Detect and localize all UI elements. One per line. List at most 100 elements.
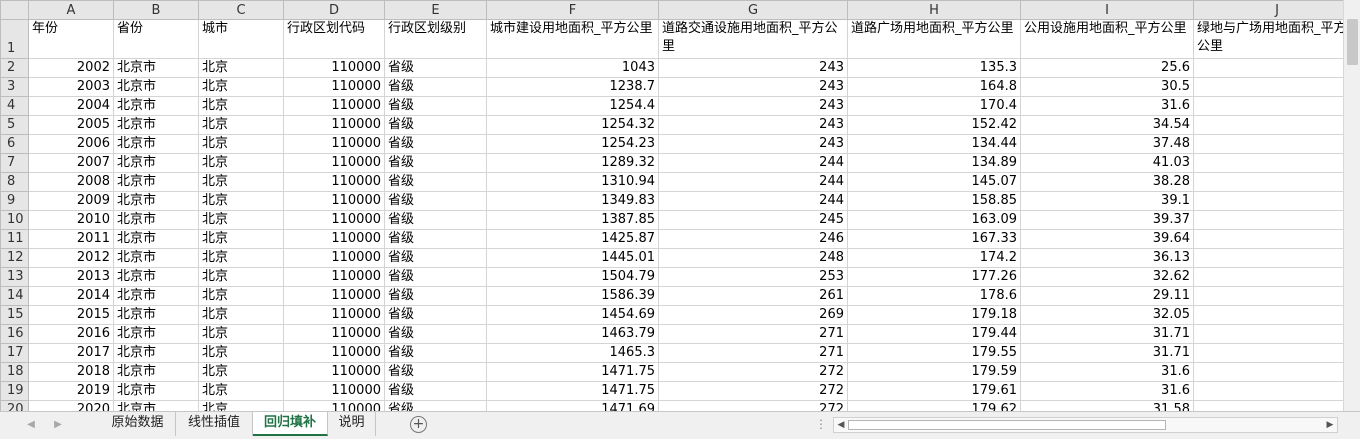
data-cell[interactable]: 北京市 <box>113 172 199 192</box>
data-cell[interactable]: 110000 <box>283 381 385 401</box>
data-cell[interactable]: 北京 <box>198 229 284 249</box>
row-number[interactable]: 16 <box>0 324 29 344</box>
data-cell[interactable]: 243 <box>658 58 848 78</box>
data-cell[interactable]: 248 <box>658 248 848 268</box>
data-cell[interactable]: 271 <box>658 343 848 363</box>
row-number[interactable]: 13 <box>0 267 29 287</box>
header-cell[interactable]: 城市 <box>198 19 284 59</box>
data-cell[interactable]: 北京 <box>198 324 284 344</box>
row-number[interactable]: 14 <box>0 286 29 306</box>
data-cell[interactable]: 110000 <box>283 286 385 306</box>
sheet-tab[interactable]: 线性插值 <box>176 412 253 436</box>
data-cell[interactable]: 110000 <box>283 153 385 173</box>
data-cell[interactable]: 2016 <box>28 324 114 344</box>
data-cell[interactable]: 244 <box>658 153 848 173</box>
data-cell[interactable]: 271 <box>658 324 848 344</box>
data-cell[interactable]: 2017 <box>28 343 114 363</box>
horizontal-scrollbar[interactable]: ◀ ▶ <box>833 417 1338 433</box>
data-cell[interactable]: 省级 <box>384 381 487 401</box>
data-cell[interactable]: 北京市 <box>113 96 199 116</box>
data-cell[interactable]: 32.05 <box>1020 305 1194 325</box>
data-cell[interactable]: 179.61 <box>847 381 1021 401</box>
row-number[interactable]: 19 <box>0 381 29 401</box>
data-cell[interactable] <box>1193 210 1343 230</box>
data-cell[interactable]: 179.55 <box>847 343 1021 363</box>
data-cell[interactable]: 北京市 <box>113 362 199 382</box>
data-cell[interactable]: 省级 <box>384 172 487 192</box>
data-cell[interactable]: 北京市 <box>113 77 199 97</box>
data-cell[interactable]: 110000 <box>283 362 385 382</box>
data-cell[interactable]: 北京 <box>198 305 284 325</box>
plus-circle-icon[interactable]: + <box>410 416 427 433</box>
data-cell[interactable]: 163.09 <box>847 210 1021 230</box>
header-cell[interactable]: 行政区划级别 <box>384 19 487 59</box>
data-cell[interactable]: 177.26 <box>847 267 1021 287</box>
data-cell[interactable]: 1043 <box>486 58 659 78</box>
data-cell[interactable]: 38.28 <box>1020 172 1194 192</box>
data-cell[interactable]: 2020 <box>28 400 114 411</box>
data-cell[interactable]: 2015 <box>28 305 114 325</box>
data-cell[interactable]: 245 <box>658 210 848 230</box>
data-cell[interactable]: 110000 <box>283 134 385 154</box>
vertical-scrollbar[interactable] <box>1343 0 1360 411</box>
column-letter-a[interactable]: A <box>28 0 114 20</box>
data-cell[interactable]: 1387.85 <box>486 210 659 230</box>
data-cell[interactable]: 北京市 <box>113 153 199 173</box>
data-cell[interactable]: 2018 <box>28 362 114 382</box>
data-cell[interactable]: 170.4 <box>847 96 1021 116</box>
data-cell[interactable]: 110000 <box>283 324 385 344</box>
data-cell[interactable]: 省级 <box>384 153 487 173</box>
data-cell[interactable]: 39.64 <box>1020 229 1194 249</box>
data-cell[interactable]: 243 <box>658 134 848 154</box>
data-cell[interactable]: 省级 <box>384 400 487 411</box>
data-cell[interactable]: 北京市 <box>113 267 199 287</box>
row-number[interactable]: 9 <box>0 191 29 211</box>
data-cell[interactable] <box>1193 134 1343 154</box>
data-cell[interactable]: 179.44 <box>847 324 1021 344</box>
data-cell[interactable] <box>1193 172 1343 192</box>
data-cell[interactable]: 110000 <box>283 305 385 325</box>
data-cell[interactable]: 2005 <box>28 115 114 135</box>
data-cell[interactable]: 1471.69 <box>486 400 659 411</box>
data-cell[interactable]: 2006 <box>28 134 114 154</box>
data-cell[interactable]: 省级 <box>384 191 487 211</box>
data-cell[interactable]: 北京 <box>198 267 284 287</box>
data-cell[interactable]: 北京 <box>198 58 284 78</box>
scroll-left-icon[interactable]: ◀ <box>834 418 848 432</box>
data-cell[interactable]: 北京市 <box>113 134 199 154</box>
data-cell[interactable]: 110000 <box>283 267 385 287</box>
data-cell[interactable]: 省级 <box>384 362 487 382</box>
data-cell[interactable]: 2019 <box>28 381 114 401</box>
row-number[interactable]: 1 <box>0 19 29 59</box>
data-cell[interactable] <box>1193 400 1343 411</box>
data-cell[interactable]: 31.6 <box>1020 362 1194 382</box>
data-cell[interactable]: 2009 <box>28 191 114 211</box>
data-cell[interactable]: 1289.32 <box>486 153 659 173</box>
data-cell[interactable]: 41.03 <box>1020 153 1194 173</box>
data-cell[interactable]: 2002 <box>28 58 114 78</box>
more-icon[interactable]: ⋮ <box>815 417 828 431</box>
data-cell[interactable]: 135.3 <box>847 58 1021 78</box>
data-cell[interactable]: 244 <box>658 191 848 211</box>
data-cell[interactable]: 省级 <box>384 343 487 363</box>
header-cell[interactable]: 年份 <box>28 19 114 59</box>
column-letter-f[interactable]: F <box>486 0 659 20</box>
data-cell[interactable]: 北京 <box>198 248 284 268</box>
data-cell[interactable]: 北京 <box>198 172 284 192</box>
row-number[interactable]: 11 <box>0 229 29 249</box>
data-cell[interactable]: 1238.7 <box>486 77 659 97</box>
data-cell[interactable]: 110000 <box>283 58 385 78</box>
data-cell[interactable]: 北京 <box>198 191 284 211</box>
data-cell[interactable]: 省级 <box>384 248 487 268</box>
data-cell[interactable]: 省级 <box>384 77 487 97</box>
data-cell[interactable] <box>1193 96 1343 116</box>
row-number[interactable]: 20 <box>0 400 29 411</box>
data-cell[interactable]: 1463.79 <box>486 324 659 344</box>
data-cell[interactable]: 北京 <box>198 286 284 306</box>
data-cell[interactable]: 253 <box>658 267 848 287</box>
data-cell[interactable]: 29.11 <box>1020 286 1194 306</box>
column-letter-d[interactable]: D <box>283 0 385 20</box>
data-cell[interactable]: 110000 <box>283 400 385 411</box>
data-cell[interactable]: 北京 <box>198 400 284 411</box>
data-cell[interactable] <box>1193 286 1343 306</box>
